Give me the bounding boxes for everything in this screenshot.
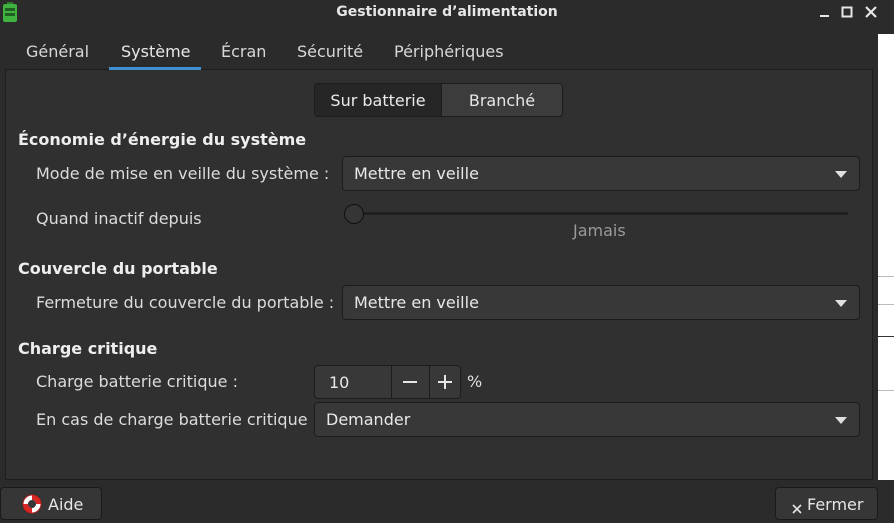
tab-devices[interactable]: Périphériques	[394, 42, 504, 70]
on-battery-toggle[interactable]: Sur batterie	[314, 83, 442, 117]
critical-level-input[interactable]: 10	[329, 373, 349, 392]
section-heading-critical: Charge critique	[18, 339, 158, 358]
tab-general[interactable]: Général	[26, 42, 89, 70]
lid-close-value: Mettre en veille	[354, 293, 479, 312]
tab-security[interactable]: Sécurité	[297, 42, 363, 70]
tab-bar: Général Système Écran Sécurité Périphéri…	[5, 34, 873, 70]
lifebuoy-icon	[21, 493, 43, 515]
lid-close-label: Fermeture du couvercle du portable :	[36, 293, 335, 312]
tab-system[interactable]: Système	[121, 42, 191, 70]
section-heading-lid: Couvercle du portable	[18, 259, 218, 278]
active-tab-indicator	[109, 67, 201, 70]
window-title: Gestionnaire d’alimentation	[336, 4, 558, 20]
close-button-label: Fermer	[807, 495, 864, 514]
chevron-down-icon	[835, 417, 847, 424]
inactive-slider-track[interactable]	[354, 212, 848, 215]
help-button-label: Aide	[48, 495, 84, 514]
critical-level-spinner[interactable]: 10	[314, 365, 461, 399]
close-icon[interactable]	[862, 3, 880, 21]
increment-button[interactable]	[430, 366, 461, 398]
dialog-button-bar	[0, 480, 894, 523]
tab-display[interactable]: Écran	[221, 42, 266, 70]
chevron-down-icon	[835, 300, 847, 307]
background-window-edge	[878, 34, 894, 480]
inactive-slider-handle[interactable]	[344, 204, 364, 224]
close-button[interactable]: Fermer	[775, 487, 878, 520]
sleep-mode-dropdown[interactable]: Mettre en veille	[342, 156, 860, 191]
inactive-slider-value: Jamais	[573, 221, 626, 240]
close-icon	[792, 499, 802, 514]
critical-action-dropdown[interactable]: Demander	[314, 402, 860, 437]
plugged-in-toggle[interactable]: Branché	[441, 83, 563, 117]
minimize-icon[interactable]	[816, 3, 834, 21]
sleep-mode-label: Mode de mise en veille du système :	[36, 164, 330, 183]
section-heading-economy: Économie d’énergie du système	[18, 130, 307, 149]
decrement-button[interactable]	[392, 366, 429, 398]
critical-action-value: Demander	[326, 410, 411, 429]
critical-action-label: En cas de charge batterie critique :	[36, 410, 319, 429]
chevron-down-icon	[835, 171, 847, 178]
percent-unit: %	[467, 372, 483, 391]
inactive-label: Quand inactif depuis	[36, 209, 202, 228]
title-bar: Gestionnaire d’alimentation	[0, 0, 894, 24]
sleep-mode-value: Mettre en veille	[354, 164, 479, 183]
lid-close-dropdown[interactable]: Mettre en veille	[342, 285, 860, 320]
maximize-icon[interactable]	[838, 3, 856, 21]
help-button[interactable]: Aide	[0, 487, 102, 520]
critical-level-label: Charge batterie critique :	[36, 372, 238, 391]
